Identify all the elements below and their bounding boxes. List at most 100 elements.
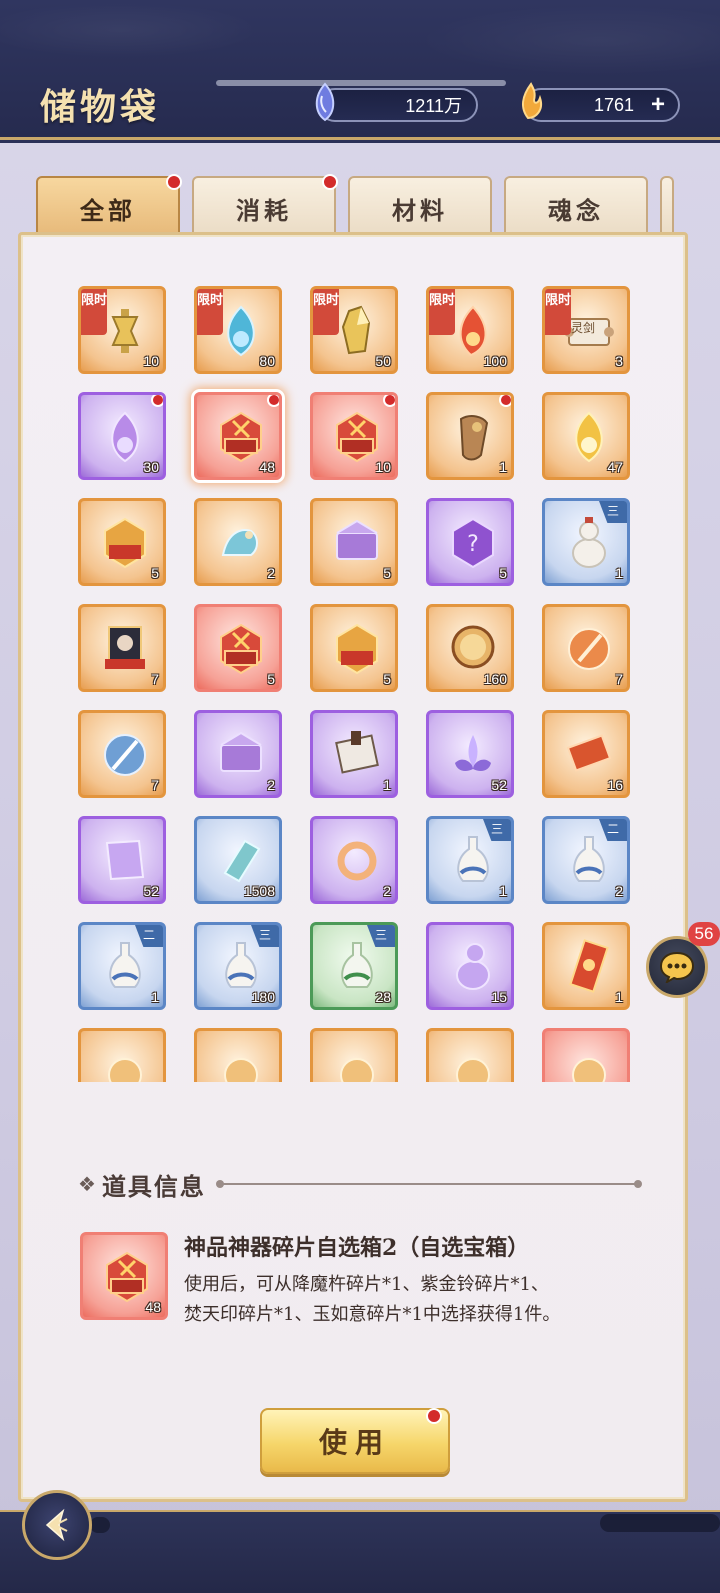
bottom-bar-ornament-right xyxy=(600,1514,720,1532)
tab-materials[interactable]: 材料 xyxy=(348,176,492,238)
item-flame-purple-icon xyxy=(111,411,139,463)
tab-soul-label: 魂念 xyxy=(548,195,604,225)
inventory-item[interactable] xyxy=(78,1028,166,1082)
tab-consumables[interactable]: 消耗 xyxy=(192,174,338,238)
inventory-item[interactable]: 16 xyxy=(542,710,630,798)
item-misc-icon xyxy=(224,1058,258,1082)
tab-consumables-notification-dot xyxy=(322,174,338,190)
item-vase-icon xyxy=(457,836,489,882)
item-chest-red-icon xyxy=(220,411,262,463)
item-pouch-icon xyxy=(459,415,489,461)
item-count: 10 xyxy=(143,353,159,369)
inventory-item[interactable]: 二1 xyxy=(78,922,166,1010)
item-count: 1 xyxy=(383,777,391,793)
inventory-item[interactable]: 限时 10 xyxy=(78,286,166,374)
item-count: 5 xyxy=(383,565,391,581)
inventory-item[interactable]: 47 xyxy=(542,392,630,480)
inventory-item[interactable]: 2 xyxy=(310,816,398,904)
inventory-item[interactable]: 48 xyxy=(194,392,282,480)
item-misc-icon xyxy=(108,1058,142,1082)
inventory-item[interactable] xyxy=(310,1028,398,1082)
item-ring-icon xyxy=(337,841,377,881)
inventory-item[interactable]: 52 xyxy=(426,710,514,798)
inventory-item[interactable]: 灵剑 限时 3 xyxy=(542,286,630,374)
inventory-item[interactable]: 10 xyxy=(310,392,398,480)
item-count: 16 xyxy=(607,777,623,793)
item-count: 2 xyxy=(267,777,275,793)
item-description-line-2: 焚天印碎片*1、玉如意碎片*1中选择获得1件。 xyxy=(184,1304,561,1325)
inventory-item[interactable]: 160 xyxy=(426,604,514,692)
inventory-item[interactable] xyxy=(426,1028,514,1082)
item-scroll-text: 灵剑 xyxy=(571,321,596,335)
inventory-item[interactable]: 1 xyxy=(542,922,630,1010)
inventory-item[interactable]: 1 xyxy=(310,710,398,798)
inventory-item[interactable]: 15 xyxy=(426,922,514,1010)
item-scroll-red-icon xyxy=(566,734,612,772)
inventory-item[interactable]: 7 xyxy=(78,604,166,692)
limited-time-tag: 限时 xyxy=(545,289,571,335)
limited-time-tag: 限时 xyxy=(197,289,223,335)
item-misc-icon xyxy=(572,1058,606,1082)
inventory-item[interactable]: 三1 xyxy=(542,498,630,586)
limited-time-tag: 限时 xyxy=(429,289,455,335)
inventory-item[interactable]: 限时 50 xyxy=(310,286,398,374)
item-talisman-icon xyxy=(569,939,609,993)
item-count: 30 xyxy=(143,459,159,475)
item-count: 2 xyxy=(615,883,623,899)
item-count: 1508 xyxy=(243,883,275,899)
inventory-item[interactable]: 1508 xyxy=(194,816,282,904)
inventory-item[interactable] xyxy=(194,1028,282,1082)
chat-unread-badge: 56 xyxy=(688,922,720,946)
item-count: 1 xyxy=(615,989,623,1005)
inventory-item[interactable]: 限时 80 xyxy=(194,286,282,374)
item-count: 5 xyxy=(383,671,391,687)
inventory-item[interactable]: 5 xyxy=(78,498,166,586)
selected-item-icon: 48 xyxy=(80,1232,168,1320)
inventory-item[interactable]: 三1 xyxy=(426,816,514,904)
inventory-item[interactable]: 5 xyxy=(194,604,282,692)
item-vase-icon xyxy=(109,942,141,988)
item-lotus-icon xyxy=(455,735,491,771)
inventory-item[interactable]: 二2 xyxy=(542,816,630,904)
item-count: 5 xyxy=(267,671,275,687)
tab-next-partial[interactable] xyxy=(660,176,674,238)
limited-time-tag: 限时 xyxy=(81,289,107,335)
inventory-item[interactable]: 5 xyxy=(310,498,398,586)
inventory-item[interactable]: 2 xyxy=(194,710,282,798)
item-count: 48 xyxy=(259,459,275,475)
add-gold-button[interactable]: + xyxy=(646,93,670,118)
red-chest-icon xyxy=(106,1251,148,1303)
inventory-item[interactable]: ? 5 xyxy=(426,498,514,586)
inventory-item[interactable]: 1 xyxy=(426,392,514,480)
inventory-item[interactable]: 52 xyxy=(78,816,166,904)
inventory-item[interactable]: 三 180 xyxy=(194,922,282,1010)
inventory-item[interactable]: 7 xyxy=(78,710,166,798)
tab-soul[interactable]: 魂念 xyxy=(504,176,648,238)
back-arrow-icon xyxy=(45,1508,68,1542)
inventory-item[interactable]: 限时 100 xyxy=(426,286,514,374)
limited-time-tag: 限时 xyxy=(313,289,339,335)
item-scroll-blue-icon xyxy=(223,839,261,883)
item-slipper-icon xyxy=(221,529,258,556)
tab-materials-label: 材料 xyxy=(392,195,448,225)
item-description-line-1: 使用后，可从降魔杵碎片*1、紫金铃碎片*1、 xyxy=(184,1274,549,1295)
item-count: 1 xyxy=(151,989,159,1005)
item-count: 52 xyxy=(143,883,159,899)
tab-all[interactable]: 全部 xyxy=(36,174,182,238)
tab-all-label: 全部 xyxy=(80,195,136,225)
item-count: 1 xyxy=(499,883,507,899)
inventory-item[interactable] xyxy=(542,1028,630,1082)
use-button[interactable]: 使用 xyxy=(260,1408,450,1474)
inventory-item[interactable]: 2 xyxy=(194,498,282,586)
inventory-item[interactable]: 7 xyxy=(542,604,630,692)
inventory-item[interactable]: 三 28 xyxy=(310,922,398,1010)
item-count: 1 xyxy=(615,565,623,581)
inventory-item[interactable]: 5 xyxy=(310,604,398,692)
item-count: 50 xyxy=(375,353,391,369)
spirit-jade-icon xyxy=(315,82,335,122)
back-button[interactable] xyxy=(22,1490,92,1560)
inventory-item[interactable]: 30 xyxy=(78,392,166,480)
item-count: 3 xyxy=(615,353,623,369)
item-chest-purple-icon xyxy=(220,731,262,772)
item-count: 180 xyxy=(251,989,275,1005)
